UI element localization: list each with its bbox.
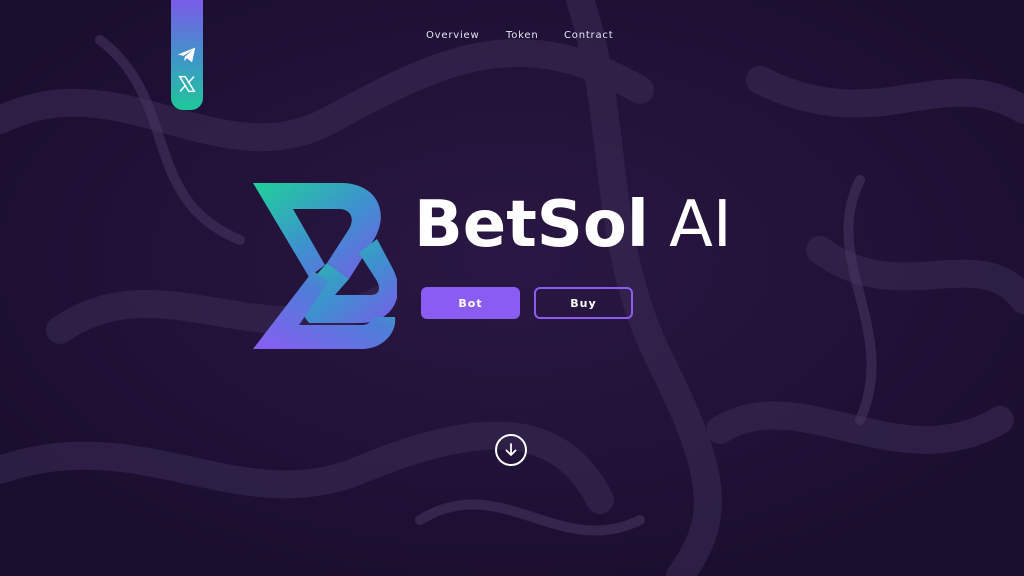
bot-button[interactable]: Bot bbox=[421, 287, 520, 319]
brand-title: BetSol AI bbox=[414, 193, 732, 257]
social-sidebar bbox=[171, 0, 203, 110]
brand-name: BetSol bbox=[414, 188, 649, 262]
x-icon[interactable] bbox=[176, 73, 198, 95]
top-nav: Overview Token Contract bbox=[0, 30, 1024, 44]
nav-overview[interactable]: Overview bbox=[426, 30, 479, 41]
scroll-down-button[interactable] bbox=[495, 434, 527, 466]
brand-suffix: AI bbox=[648, 188, 732, 262]
betsol-logo-icon bbox=[253, 183, 397, 349]
buy-button[interactable]: Buy bbox=[534, 287, 633, 319]
nav-contract[interactable]: Contract bbox=[564, 30, 613, 41]
telegram-icon[interactable] bbox=[176, 44, 198, 66]
arrow-down-icon bbox=[505, 443, 517, 456]
nav-token[interactable]: Token bbox=[506, 30, 538, 41]
